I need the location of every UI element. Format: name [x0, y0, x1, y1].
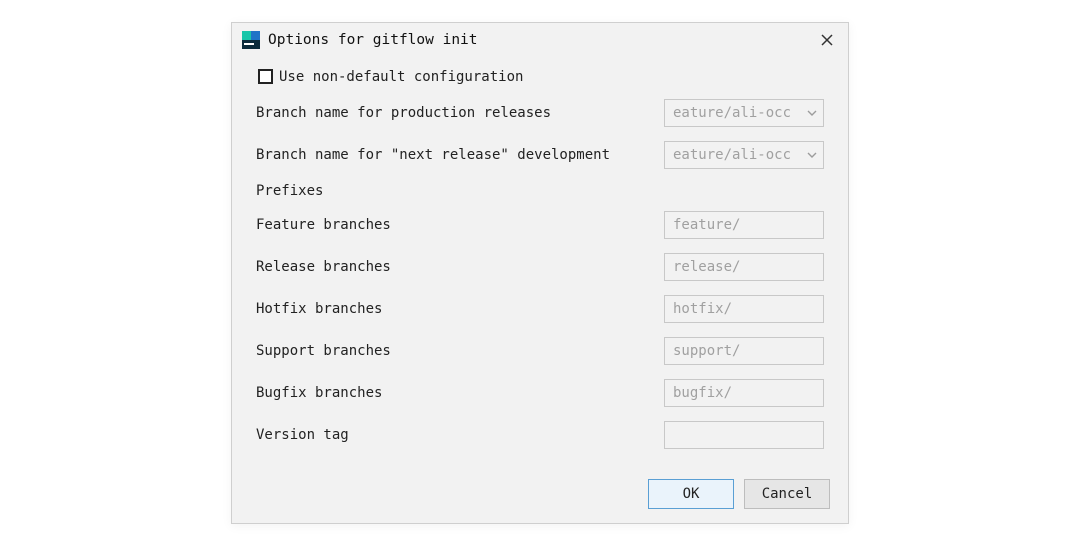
next-release-branch-select[interactable]: eature/ali-occ	[664, 141, 824, 169]
next-release-branch-label: Branch name for "next release" developme…	[256, 147, 610, 163]
version-tag-row: Version tag	[256, 421, 824, 449]
use-non-default-checkbox[interactable]	[258, 69, 273, 84]
support-prefix-input[interactable]	[664, 337, 824, 365]
app-icon	[242, 31, 260, 49]
bugfix-prefix-label: Bugfix branches	[256, 385, 382, 401]
production-branch-row: Branch name for production releases eatu…	[256, 99, 824, 127]
next-release-branch-row: Branch name for "next release" developme…	[256, 141, 824, 169]
feature-prefix-label: Feature branches	[256, 217, 391, 233]
close-icon	[821, 34, 833, 46]
dialog-title: Options for gitflow init	[268, 32, 818, 48]
dialog-window: Options for gitflow init Use non-default…	[231, 22, 849, 524]
hotfix-prefix-input[interactable]	[664, 295, 824, 323]
feature-prefix-input[interactable]	[664, 211, 824, 239]
release-prefix-row: Release branches	[256, 253, 824, 281]
cancel-button[interactable]: Cancel	[744, 479, 830, 509]
support-prefix-row: Support branches	[256, 337, 824, 365]
bugfix-prefix-input[interactable]	[664, 379, 824, 407]
hotfix-prefix-row: Hotfix branches	[256, 295, 824, 323]
production-branch-select[interactable]: eature/ali-occ	[664, 99, 824, 127]
close-button[interactable]	[818, 31, 836, 49]
ok-button[interactable]: OK	[648, 479, 734, 509]
prefixes-section-label: Prefixes	[256, 183, 824, 199]
version-tag-label: Version tag	[256, 427, 349, 443]
production-branch-label: Branch name for production releases	[256, 105, 551, 121]
titlebar: Options for gitflow init	[232, 23, 848, 55]
button-row: OK Cancel	[232, 469, 848, 523]
chevron-down-icon	[807, 110, 817, 116]
hotfix-prefix-label: Hotfix branches	[256, 301, 382, 317]
use-non-default-checkbox-row: Use non-default configuration	[258, 69, 824, 85]
chevron-down-icon	[807, 152, 817, 158]
next-release-branch-value: eature/ali-occ	[673, 147, 801, 163]
release-prefix-label: Release branches	[256, 259, 391, 275]
support-prefix-label: Support branches	[256, 343, 391, 359]
version-tag-input[interactable]	[664, 421, 824, 449]
release-prefix-input[interactable]	[664, 253, 824, 281]
production-branch-value: eature/ali-occ	[673, 105, 801, 121]
feature-prefix-row: Feature branches	[256, 211, 824, 239]
use-non-default-label[interactable]: Use non-default configuration	[279, 69, 523, 85]
dialog-content: Use non-default configuration Branch nam…	[232, 55, 848, 469]
bugfix-prefix-row: Bugfix branches	[256, 379, 824, 407]
